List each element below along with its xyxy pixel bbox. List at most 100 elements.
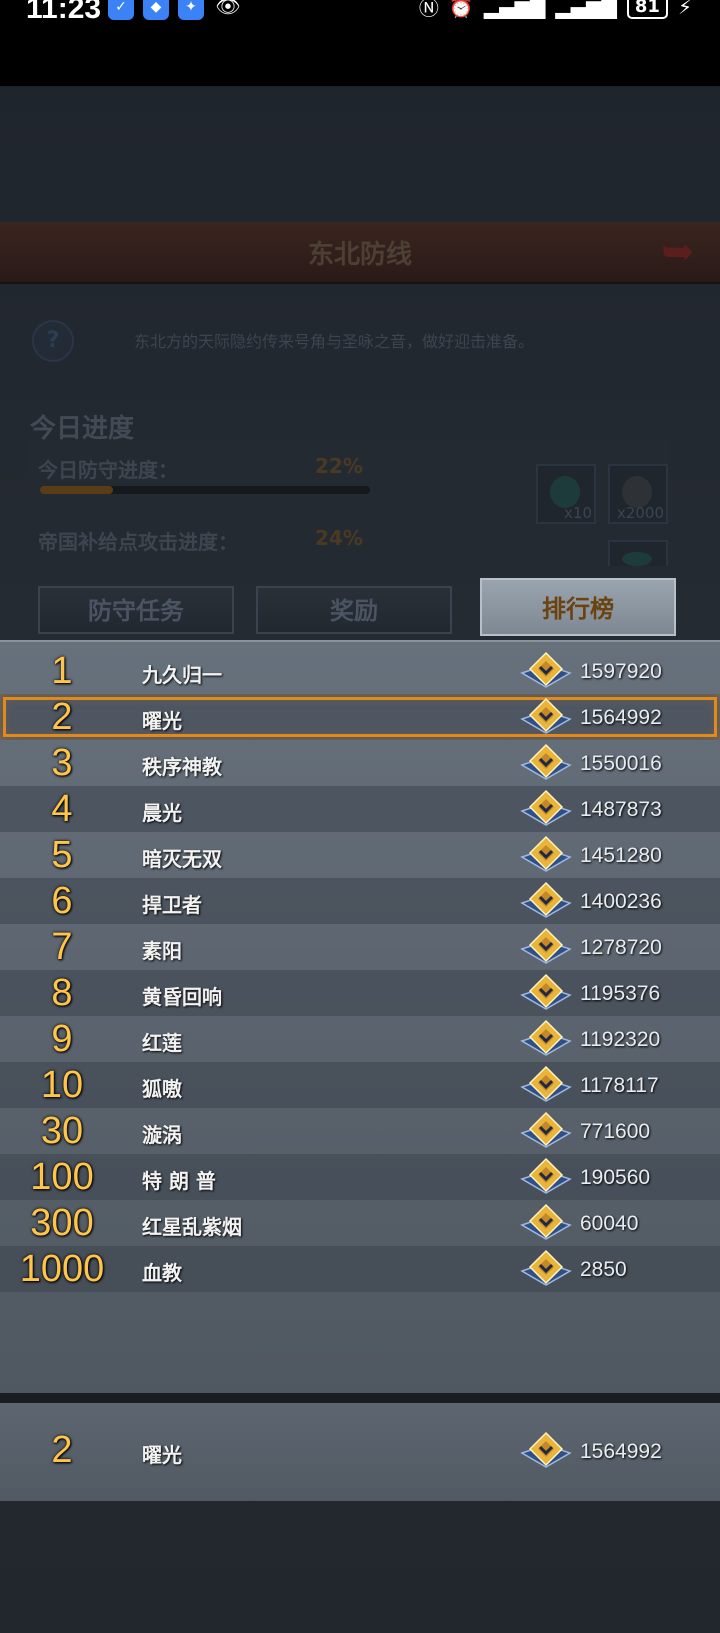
score-value: 1564992 <box>580 1440 662 1463</box>
rank-emblem-icon <box>520 881 572 918</box>
rank-emblem-icon <box>520 1431 572 1468</box>
rank-emblem-icon <box>520 1203 572 1240</box>
progress-bar-fill <box>40 486 113 494</box>
score-value: 60040 <box>580 1212 639 1235</box>
back-arrow-icon[interactable]: ➥ <box>648 230 708 274</box>
player-name: 漩涡 <box>142 1123 182 1147</box>
leaderboard-row[interactable]: 7 素阳 1278720 <box>0 924 720 970</box>
app-notification-icon: ✓ <box>108 0 134 20</box>
tab-bar: 防守任务 奖励 排行榜 <box>34 578 684 636</box>
score-value: 1487873 <box>580 798 662 821</box>
progress-label: 帝国补给点攻击进度： <box>38 530 238 554</box>
leaderboard-row[interactable]: 2 曜光 1564992 <box>0 694 720 740</box>
reward-quantity: x10 <box>564 504 592 522</box>
score-value: 1597920 <box>580 660 662 683</box>
my-rank-row: 2 曜光 1564992 <box>0 1403 720 1501</box>
alarm-icon: ⏰ <box>448 0 474 19</box>
reward-quantity: x2000 <box>616 504 664 522</box>
rank-number: 3 <box>51 742 73 784</box>
rank-number: 2 <box>51 1429 73 1471</box>
reward-item[interactable]: x2000 <box>608 464 668 524</box>
reward-item[interactable] <box>608 540 668 566</box>
player-name: 血教 <box>142 1261 182 1285</box>
rank-emblem-icon <box>520 1249 572 1286</box>
app-notification-icon: ◆ <box>143 0 169 20</box>
help-icon[interactable]: ? <box>32 320 74 362</box>
player-name: 素阳 <box>142 939 182 963</box>
progress-percent: 24% <box>315 526 363 550</box>
rank-emblem-icon <box>520 973 572 1010</box>
app-notification-icon: ✦ <box>178 0 204 20</box>
leaderboard-row[interactable]: 9 红莲 1192320 <box>0 1016 720 1062</box>
player-name: 红星乱紫烟 <box>142 1215 242 1239</box>
leaderboard-row[interactable]: 3 秩序神教 1550016 <box>0 740 720 786</box>
reward-item[interactable]: x10 <box>536 464 596 524</box>
signal-icon: ▂▄▆█ <box>555 0 617 19</box>
rank-number: 1 <box>51 650 73 692</box>
score-value: 1278720 <box>580 936 662 959</box>
rank-number: 1000 <box>19 1248 105 1290</box>
player-name: 特 朗 普 <box>142 1169 216 1193</box>
tab-leaderboard[interactable]: 排行榜 <box>480 578 676 636</box>
rank-number: 9 <box>51 1018 73 1060</box>
rank-emblem-icon <box>520 1065 572 1102</box>
player-name: 九久归一 <box>142 663 222 687</box>
page-title: 东北防线 <box>307 240 412 270</box>
rank-number: 2 <box>51 696 73 738</box>
score-value: 2850 <box>580 1258 627 1281</box>
progress-percent: 22% <box>315 454 363 478</box>
leaderboard-row[interactable]: 1 九久归一 1597920 <box>0 648 720 694</box>
progress-bar <box>40 486 370 494</box>
player-name: 曜光 <box>142 709 182 733</box>
leaderboard-row[interactable]: 4 晨光 1487873 <box>0 786 720 832</box>
leaderboard-row[interactable]: 5 暗灭无双 1451280 <box>0 832 720 878</box>
signal-icon: ▂▄▆█ <box>483 0 546 19</box>
leaderboard-row[interactable]: 6 捍卫者 1400236 <box>0 878 720 924</box>
score-value: 1195376 <box>580 982 661 1005</box>
rank-emblem-icon <box>520 697 572 734</box>
eye-icon: 👁 <box>215 0 241 18</box>
system-icons: Ⓝ ⏰ ▂▄▆█ ▂▄▆█ 81 ⚡ <box>419 0 692 21</box>
leaderboard-list[interactable]: 1 九久归一 1597920 2 曜光 1564992 3 秩序神教 15500… <box>0 648 720 1292</box>
rank-number: 30 <box>40 1110 84 1152</box>
divider <box>0 1393 720 1403</box>
leaderboard-row[interactable]: 10 狐嗷 1178117 <box>0 1062 720 1108</box>
rank-emblem-icon <box>520 835 572 872</box>
player-name: 狐嗷 <box>142 1077 182 1101</box>
gem-icon <box>622 552 652 566</box>
rank-number: 8 <box>51 972 73 1014</box>
player-name: 黄昏回响 <box>142 985 222 1009</box>
leaderboard-row[interactable]: 8 黄昏回响 1195376 <box>0 970 720 1016</box>
rank-number: 5 <box>51 834 73 876</box>
rank-emblem-icon <box>520 1111 572 1148</box>
progress-label: 今日防守进度： <box>38 458 178 482</box>
player-name: 捍卫者 <box>142 893 202 917</box>
player-name: 秩序神教 <box>142 755 222 779</box>
player-name: 晨光 <box>142 801 182 825</box>
battery-indicator: 81 <box>626 0 668 19</box>
rank-emblem-icon <box>520 1157 572 1194</box>
rank-emblem-icon <box>520 743 572 780</box>
player-name: 红莲 <box>142 1031 182 1055</box>
leaderboard-row[interactable]: 300 红星乱紫烟 60040 <box>0 1200 720 1246</box>
clock: 11:23 <box>26 0 102 25</box>
event-description: 东北方的天际隐约传来号角与圣咏之音，做好迎击准备。 <box>134 332 535 351</box>
nfc-icon: Ⓝ <box>418 0 439 20</box>
tab-defense-tasks[interactable]: 防守任务 <box>38 586 234 634</box>
rank-number: 7 <box>51 926 73 968</box>
tab-rewards[interactable]: 奖励 <box>256 586 452 634</box>
leaderboard-row[interactable]: 100 特 朗 普 190560 <box>0 1154 720 1200</box>
player-name: 曜光 <box>142 1443 182 1467</box>
score-value: 1451280 <box>580 844 662 867</box>
rank-emblem-icon <box>520 1019 572 1056</box>
notification-icons: ✓ ◆ ✦ 👁 <box>108 0 243 20</box>
charging-icon: ⚡ <box>677 0 692 19</box>
rank-number: 10 <box>40 1064 84 1106</box>
rank-emblem-icon <box>520 651 572 688</box>
leaderboard-panel[interactable]: 1 九久归一 1597920 2 曜光 1564992 3 秩序神教 15500… <box>0 640 720 1394</box>
score-value: 190560 <box>580 1166 651 1189</box>
score-value: 1550016 <box>580 752 662 775</box>
leaderboard-row[interactable]: 1000 血教 2850 <box>0 1246 720 1292</box>
leaderboard-row[interactable]: 30 漩涡 771600 <box>0 1108 720 1154</box>
status-bar: 11:23 ✓ ◆ ✦ 👁 Ⓝ ⏰ ▂▄▆█ ▂▄▆█ 81 ⚡ <box>0 0 720 86</box>
